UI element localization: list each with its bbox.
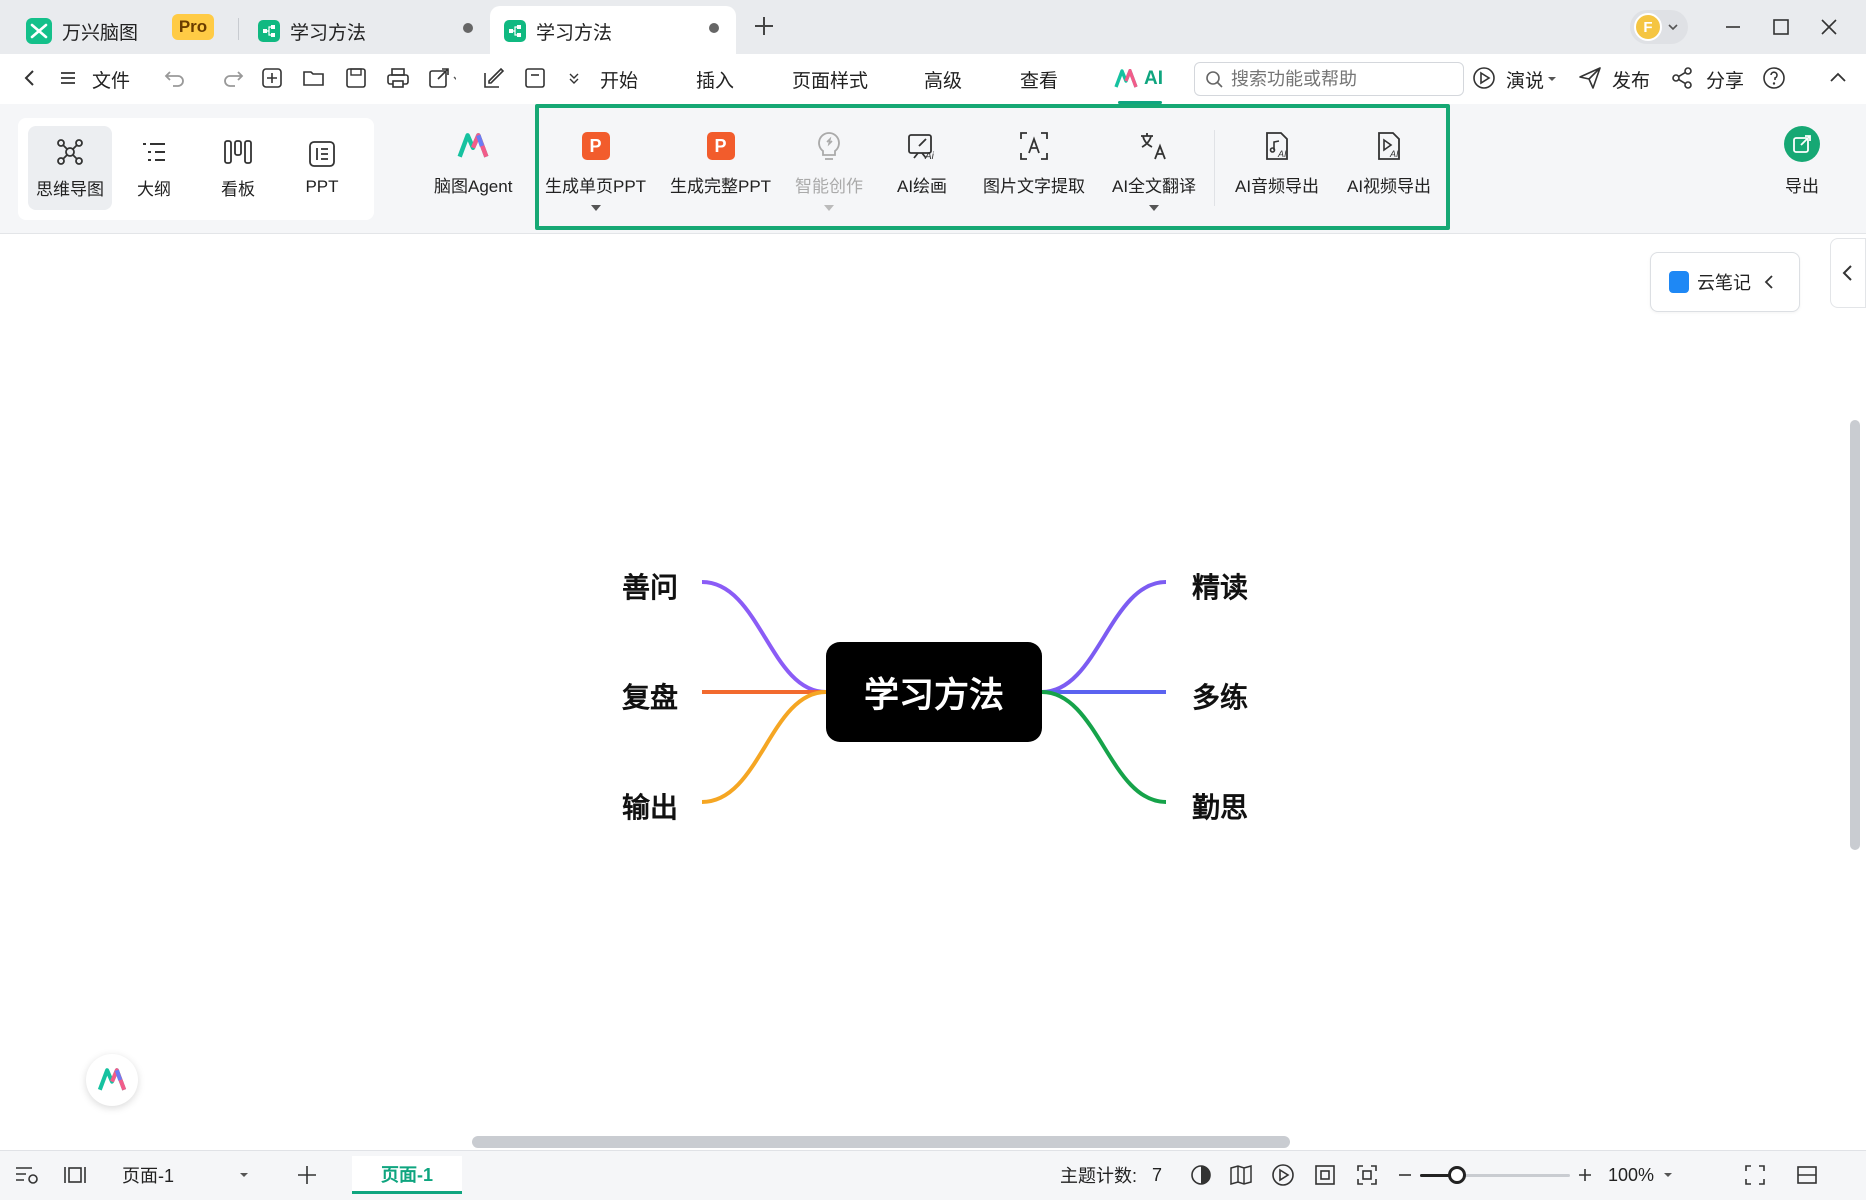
zoom-in-icon[interactable] <box>1572 1162 1598 1188</box>
caret-down-icon <box>240 1173 248 1177</box>
book-view-icon[interactable] <box>1228 1162 1254 1188</box>
central-topic[interactable]: 学习方法 <box>826 642 1042 742</box>
cloud-note-icon <box>1669 271 1689 293</box>
branch-right-3 <box>1041 690 1167 804</box>
zoom-level-select[interactable]: 100% <box>1608 1150 1674 1200</box>
fit-screen-icon[interactable] <box>1312 1162 1338 1188</box>
topic-right-1[interactable]: 精读 <box>1192 566 1248 606</box>
theme-icon[interactable] <box>1188 1162 1214 1188</box>
panel-layout-icon[interactable] <box>1794 1162 1820 1188</box>
zoom-level: 100% <box>1608 1164 1655 1185</box>
topic-count-label: 主题计数: <box>1060 1166 1138 1186</box>
chevron-left-icon <box>1764 275 1773 289</box>
add-page-icon[interactable] <box>294 1162 320 1188</box>
topic-left-3[interactable]: 输出 <box>622 786 678 826</box>
page-list-icon[interactable] <box>14 1162 40 1188</box>
topic-count-value: 7 <box>1152 1164 1163 1185</box>
cloud-note-button[interactable]: 云笔记 <box>1650 252 1800 312</box>
topic-left-2[interactable]: 复盘 <box>622 676 678 716</box>
zoom-slider-handle[interactable] <box>1447 1166 1466 1184</box>
side-panel-toggle[interactable] <box>1830 238 1866 308</box>
cloud-note-label: 云笔记 <box>1697 273 1751 293</box>
topic-left-1[interactable]: 善问 <box>622 566 678 606</box>
topic-right-2[interactable]: 多练 <box>1192 676 1248 716</box>
chevron-left-icon <box>1842 265 1852 281</box>
fullscreen-icon[interactable] <box>1742 1162 1768 1188</box>
fit-page-icon[interactable] <box>62 1162 88 1188</box>
topic-right-3[interactable]: 勤思 <box>1192 786 1248 826</box>
caret-down-icon <box>1664 1173 1673 1177</box>
vertical-scrollbar[interactable] <box>1850 420 1860 850</box>
page-select[interactable]: 页面-1 <box>110 1158 260 1192</box>
focus-mode-icon[interactable] <box>1354 1162 1380 1188</box>
branch-right-1 <box>1041 580 1167 694</box>
agent-logo-icon <box>97 1068 127 1091</box>
ai-assistant-button[interactable] <box>86 1054 138 1106</box>
branch-left-3 <box>701 690 827 804</box>
play-icon[interactable] <box>1270 1162 1296 1188</box>
page-tab[interactable]: 页面-1 <box>352 1156 462 1194</box>
page-select-value: 页面-1 <box>122 1166 175 1186</box>
horizontal-scrollbar[interactable] <box>472 1136 1290 1148</box>
branch-left-1 <box>701 580 827 694</box>
zoom-out-icon[interactable] <box>1392 1162 1418 1188</box>
branch-connectors <box>701 580 1167 804</box>
